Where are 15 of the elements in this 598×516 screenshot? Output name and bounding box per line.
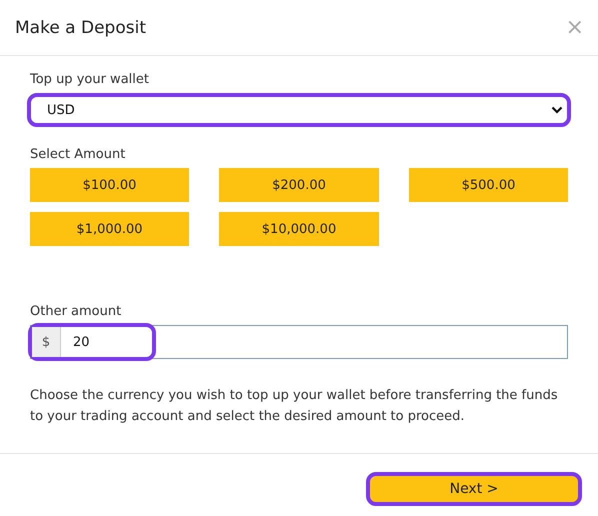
amount-field[interactable]: $ 20 — [30, 325, 568, 359]
amount-button[interactable]: $10,000.00 — [219, 212, 379, 246]
chevron-down-icon — [551, 106, 563, 114]
description-text: Choose the currency you wish to top up your wallet before transferring the funds to your trading account and select the desired amount to proceed. — [30, 387, 559, 426]
currency-prefix: $ — [32, 327, 61, 357]
amount-button[interactable]: $500.00 — [409, 168, 568, 202]
field-label: Top up your wallet — [30, 72, 150, 87]
field-label: Select Amount — [30, 147, 126, 162]
next-button[interactable]: Next > — [366, 472, 582, 506]
currency-select[interactable]: USD — [27, 93, 571, 127]
amount-button[interactable]: $200.00 — [219, 168, 379, 202]
amount-button[interactable]: $100.00 — [30, 168, 189, 202]
amount-button[interactable]: $1,000.00 — [30, 212, 189, 246]
dialog-title: Make a Deposit — [15, 18, 146, 38]
field-label: Other amount — [30, 304, 122, 319]
